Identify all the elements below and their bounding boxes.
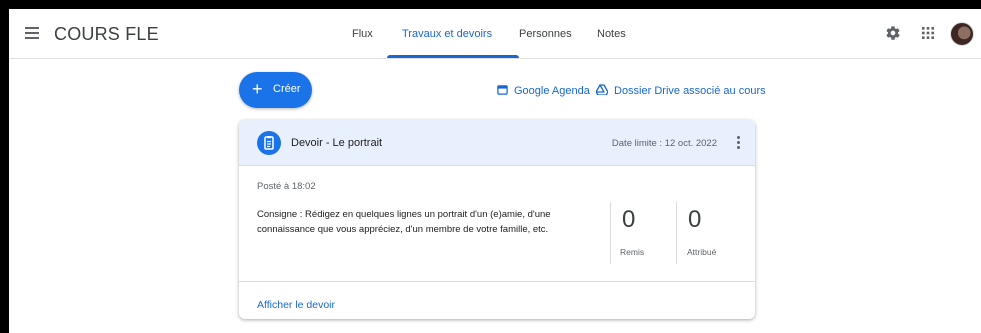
turned-in-label: Remis <box>620 247 645 257</box>
turned-in-count[interactable]: 0 <box>622 206 635 234</box>
due-date: Date limite : 12 oct. 2022 <box>611 138 717 149</box>
calendar-icon <box>497 85 508 95</box>
posted-time: Posté à 18:02 <box>257 181 316 192</box>
assignment-icon <box>257 131 281 155</box>
assigned-count[interactable]: 0 <box>688 206 701 234</box>
assigned-label: Attribué <box>687 247 717 257</box>
class-title[interactable]: COURS FLE <box>54 24 159 45</box>
calendar-link-label: Google Agenda <box>514 85 590 97</box>
view-assignment-link[interactable]: Afficher le devoir <box>257 299 335 311</box>
menu-icon[interactable] <box>25 25 41 41</box>
card-divider <box>239 281 755 282</box>
gear-icon[interactable] <box>885 25 901 41</box>
drive-link-label: Dossier Drive associé au cours <box>614 85 766 97</box>
tab-grades[interactable]: Notes <box>597 9 626 59</box>
classroom-window: COURS FLE Flux Travaux et devoirs Person… <box>9 9 981 333</box>
top-app-bar: COURS FLE Flux Travaux et devoirs Person… <box>9 9 981 59</box>
assignment-instructions: Consigne : Rédigez en quelques lignes un… <box>257 209 551 235</box>
tab-classwork[interactable]: Travaux et devoirs <box>402 9 492 59</box>
plus-icon: + <box>252 79 263 99</box>
tab-stream[interactable]: Flux <box>352 9 373 59</box>
apps-icon[interactable] <box>921 26 935 40</box>
create-button[interactable]: + Créer <box>239 72 312 108</box>
drive-icon <box>595 84 609 96</box>
assignment-header[interactable]: Devoir - Le portrait Date limite : 12 oc… <box>239 120 755 166</box>
active-tab-indicator <box>387 55 519 58</box>
avatar[interactable] <box>950 22 974 46</box>
google-calendar-link[interactable]: Google Agenda <box>497 84 590 97</box>
create-button-label: Créer <box>273 83 301 95</box>
assignment-card: Devoir - Le portrait Date limite : 12 oc… <box>239 120 755 319</box>
drive-folder-link[interactable]: Dossier Drive associé au cours <box>595 84 766 97</box>
stat-divider <box>610 202 611 264</box>
more-vert-icon[interactable] <box>735 134 741 150</box>
stat-divider <box>676 202 677 264</box>
assignment-title: Devoir - Le portrait <box>291 137 383 149</box>
tab-people[interactable]: Personnes <box>519 9 572 59</box>
